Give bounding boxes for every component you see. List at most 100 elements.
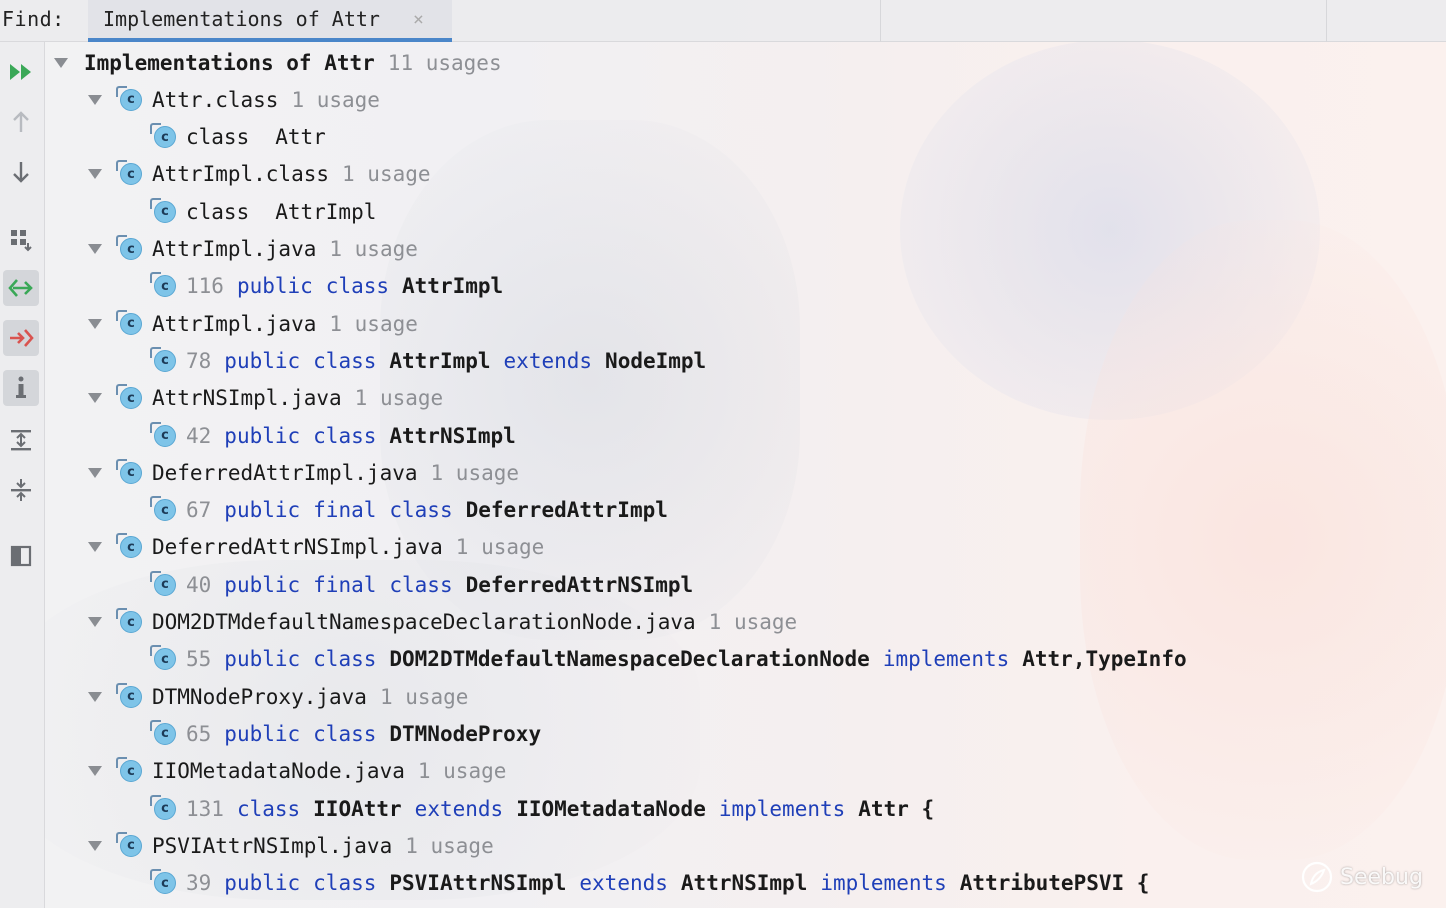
class-icon: c (150, 645, 178, 672)
code-keyword: class (236, 796, 301, 821)
code-identifier: Attr,TypeInfo (1022, 647, 1187, 672)
code-keyword: class (313, 348, 377, 373)
code-keyword: class (313, 721, 377, 746)
find-toolbar (0, 42, 45, 908)
file-node[interactable]: c DeferredAttrImpl.java 1 usage (86, 454, 519, 491)
code-identifier: AttrNSImpl (389, 423, 516, 448)
code-keyword: public (224, 348, 301, 373)
seebug-logo-icon (1301, 861, 1333, 893)
previous-occurrence-icon[interactable] (3, 104, 39, 140)
tab-implementations-of-attr[interactable]: Implementations of Attr × (88, 0, 452, 42)
class-icon: c (150, 272, 178, 299)
file-node[interactable]: c DOM2DTMdefaultNamespaceDeclarationNode.… (86, 604, 797, 641)
usage-row[interactable]: c 40 public final class DeferredAttrNSImpl (150, 566, 693, 603)
usage-row[interactable]: c 65 public class DTMNodeProxy (150, 715, 541, 752)
header-divider (1326, 0, 1327, 42)
code-keyword: final (313, 498, 377, 523)
file-node[interactable]: c IIOMetadataNode.java 1 usage (86, 753, 506, 790)
autoscroll-to-source-icon[interactable] (3, 320, 39, 356)
usage-row[interactable]: c 39 public class PSVIAttrNSImpl extends AttrN… (150, 865, 1149, 902)
file-name: DTMNodeProxy.java (152, 684, 367, 709)
chevron-down-icon[interactable] (86, 240, 104, 258)
file-node[interactable]: c AttrImpl.java 1 usage (86, 231, 418, 268)
info-icon[interactable] (3, 370, 39, 406)
class-file-icon: c (116, 682, 144, 710)
file-node[interactable]: c AttrNSImpl.java 1 usage (86, 380, 443, 417)
usage-row[interactable]: c class AttrImpl (150, 193, 377, 230)
code-identifier: NodeImpl (605, 348, 707, 373)
file-node[interactable]: c AttrImpl.java 1 usage (86, 305, 418, 342)
class-file-icon: c (116, 458, 144, 486)
chevron-down-icon[interactable] (86, 464, 104, 482)
root-label: Implementations of Attr (84, 50, 375, 75)
usage-row[interactable]: c 131 class IIOAttr extends IIOMetadataNode im… (150, 790, 934, 827)
tree-root[interactable]: Implementations of Attr 11 usages (52, 44, 502, 81)
file-name: Attr.class (152, 87, 279, 112)
usage-count: 1 usage (430, 460, 520, 485)
code-keyword: public (224, 498, 301, 523)
line-number: 131 (186, 796, 224, 821)
code-keyword: public (224, 572, 301, 597)
chevron-down-icon[interactable] (86, 315, 104, 333)
code-keyword: public (224, 721, 301, 746)
usage-row[interactable]: c 42 public class AttrNSImpl (150, 417, 516, 454)
chevron-down-icon[interactable] (86, 538, 104, 556)
line-number: 42 (186, 423, 212, 448)
usage-count: 1 usage (329, 311, 418, 336)
class-icon: c (150, 496, 178, 523)
usage-row[interactable]: c 78 public class AttrImpl extends NodeImpl (150, 342, 707, 379)
code-keyword: public (236, 274, 313, 299)
header-divider (880, 0, 881, 42)
code-identifier: DOM2DTMdefaultNamespaceDeclarationNode (389, 647, 870, 672)
file-node[interactable]: c DeferredAttrNSImpl.java 1 usage (86, 529, 544, 566)
chevron-down-icon[interactable] (86, 165, 104, 183)
chevron-down-icon[interactable] (86, 837, 104, 855)
code-identifier: IIOAttr (313, 796, 402, 821)
class-file-icon: c (116, 831, 144, 859)
class-icon: c (150, 719, 178, 747)
find-title: Find: (2, 7, 65, 31)
line-number: 39 (186, 871, 212, 896)
navigate-with-single-click-icon[interactable] (3, 270, 39, 306)
usage-count: 1 usage (455, 535, 545, 560)
rerun-icon[interactable] (3, 54, 39, 90)
line-number: 116 (186, 274, 224, 299)
usage-count: 1 usage (329, 237, 418, 261)
usage-row[interactable]: c 116 public class AttrImpl (150, 268, 503, 305)
close-icon[interactable]: × (413, 9, 424, 30)
find-header: Find: Implementations of Attr × (0, 0, 1446, 42)
file-node[interactable]: c PSVIAttrNSImpl.java 1 usage (86, 827, 494, 864)
chevron-down-icon[interactable] (86, 613, 104, 631)
usage-count: 1 usage (708, 610, 798, 634)
chevron-down-icon[interactable] (52, 54, 70, 72)
file-name: PSVIAttrNSImpl.java (152, 833, 393, 858)
usage-row[interactable]: c 55 public class DOM2DTMdefaultNamespaceDec… (150, 641, 1187, 678)
class-icon: c (150, 869, 178, 896)
usage-count: 11 usages (387, 50, 502, 75)
expand-all-icon[interactable] (3, 422, 39, 458)
file-node[interactable]: c DTMNodeProxy.java 1 usage (86, 678, 468, 715)
chevron-down-icon[interactable] (86, 688, 104, 706)
preview-panel-icon[interactable] (3, 538, 39, 574)
class-file-icon: c (116, 533, 144, 560)
code-text: AttrImpl (275, 199, 377, 224)
watermark-text: Seebug (1340, 864, 1423, 890)
collapse-all-icon[interactable] (3, 472, 39, 508)
code-keyword: extends (579, 871, 668, 896)
chevron-down-icon[interactable] (86, 762, 104, 780)
next-occurrence-icon[interactable] (3, 154, 39, 190)
group-by-icon[interactable] (3, 222, 39, 258)
code-keyword: implements (718, 796, 846, 821)
file-node[interactable]: c Attr.class 1 usage (86, 81, 380, 118)
code-keyword: public (224, 647, 301, 672)
code-text: class (186, 125, 250, 150)
code-keyword: class (313, 423, 377, 448)
file-node[interactable]: c AttrImpl.class 1 usage (86, 156, 431, 193)
class-file-icon: c (116, 235, 144, 262)
code-keyword: implements (882, 647, 1010, 672)
chevron-down-icon[interactable] (86, 91, 104, 109)
usage-row[interactable]: c class Attr (150, 119, 326, 156)
class-icon: c (150, 346, 178, 374)
usage-row[interactable]: c 67 public final class DeferredAttrImpl (150, 492, 668, 529)
chevron-down-icon[interactable] (86, 389, 104, 407)
